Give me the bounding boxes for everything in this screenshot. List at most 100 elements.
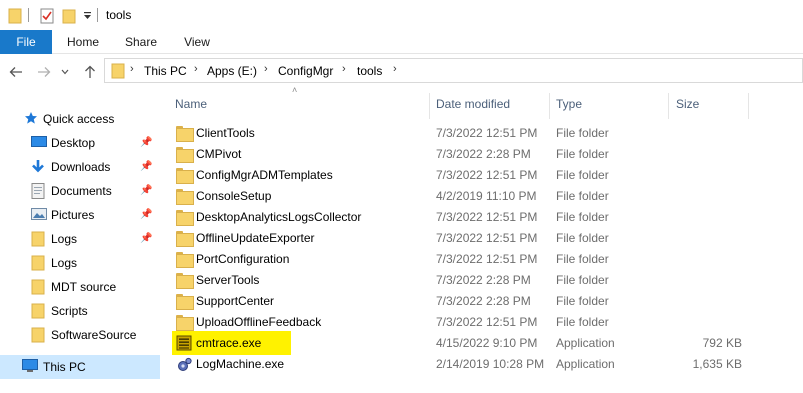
navigation-bar: › This PC › Apps (E:) › ConfigMgr › tool… (0, 55, 803, 89)
file-name: SupportCenter (196, 294, 275, 308)
table-row[interactable]: cmtrace.exe 4/15/2022 9:10 PM Applicatio… (168, 331, 803, 355)
folder-icon (31, 327, 45, 346)
nav-item-documents[interactable]: Documents 📌 (0, 179, 160, 203)
column-divider[interactable] (429, 93, 430, 119)
tab-file[interactable]: File (0, 30, 52, 54)
title-bar: tools (0, 0, 803, 30)
file-list: ˄ Name Date modified Type Size ClientToo… (168, 85, 803, 393)
nav-item-pictures[interactable]: Pictures 📌 (0, 203, 160, 227)
file-type: File folder (556, 273, 609, 287)
table-row[interactable]: PortConfiguration 7/3/2022 12:51 PM File… (168, 249, 803, 270)
pin-icon[interactable]: 📌 (140, 209, 152, 220)
column-divider[interactable] (668, 93, 669, 119)
table-row[interactable]: ClientTools 7/3/2022 12:51 PM File folde… (168, 123, 803, 144)
folder-icon (176, 147, 194, 163)
forward-button[interactable] (36, 64, 52, 80)
folder-icon (176, 126, 194, 142)
file-date-modified: 4/15/2022 9:10 PM (436, 336, 538, 350)
file-date-modified: 7/3/2022 12:51 PM (436, 126, 538, 140)
file-type: Application (556, 336, 615, 350)
tab-view[interactable]: View (174, 30, 220, 54)
table-row[interactable]: OfflineUpdateExporter 7/3/2022 12:51 PM … (168, 228, 803, 249)
table-row[interactable]: DesktopAnalyticsLogsCollector 7/3/2022 1… (168, 207, 803, 228)
pictures-icon (31, 207, 47, 224)
nav-item-this-pc[interactable]: This PC (0, 355, 160, 379)
logmachine-app-icon (176, 357, 192, 376)
folder-icon (176, 189, 194, 205)
folder-icon (31, 255, 45, 274)
ribbon-tabs: File Home Share View (0, 30, 803, 54)
new-folder-icon[interactable] (62, 8, 76, 27)
breadcrumb-chevron-icon[interactable]: › (130, 63, 134, 75)
pin-icon[interactable]: 📌 (140, 233, 152, 244)
breadcrumb-chevron-icon[interactable]: › (264, 63, 268, 75)
folder-icon (176, 252, 194, 268)
file-date-modified: 7/3/2022 12:51 PM (436, 231, 538, 245)
column-header-name[interactable]: Name (175, 97, 207, 111)
column-divider[interactable] (748, 93, 749, 119)
window-title: tools (106, 8, 132, 22)
file-type: File folder (556, 294, 609, 308)
properties-icon[interactable] (40, 8, 54, 27)
quick-access[interactable]: Quick access (0, 107, 160, 131)
tab-home[interactable]: Home (60, 30, 106, 54)
pin-icon[interactable]: 📌 (140, 137, 152, 148)
nav-item-logs[interactable]: Logs (0, 251, 160, 275)
breadcrumb-configmgr[interactable]: ConfigMgr (278, 64, 333, 78)
pin-icon[interactable]: 📌 (140, 185, 152, 196)
nav-item-label: Documents (51, 184, 112, 198)
table-row[interactable]: LogMachine.exe 2/14/2019 10:28 PM Applic… (168, 354, 803, 375)
folder-icon (31, 303, 45, 322)
file-type: Application (556, 357, 615, 371)
file-date-modified: 7/3/2022 12:51 PM (436, 168, 538, 182)
file-date-modified: 2/14/2019 10:28 PM (436, 357, 545, 371)
column-divider[interactable] (549, 93, 550, 119)
breadcrumb-apps-drive[interactable]: Apps (E:) (207, 64, 257, 78)
nav-item-label: Downloads (51, 160, 111, 174)
file-type: File folder (556, 210, 609, 224)
breadcrumb-chevron-icon[interactable]: › (194, 63, 198, 75)
forward-arrow-icon (38, 67, 51, 77)
nav-item-downloads[interactable]: Downloads 📌 (0, 155, 160, 179)
column-header-date-modified[interactable]: Date modified (436, 97, 510, 111)
file-type: File folder (556, 252, 609, 266)
column-header-size[interactable]: Size (676, 97, 699, 111)
table-row[interactable]: UploadOfflineFeedback 7/3/2022 12:51 PM … (168, 312, 803, 333)
file-name: ConfigMgrADMTemplates (196, 168, 333, 182)
nav-item-label: SoftwareSource (51, 328, 137, 342)
back-button[interactable] (8, 64, 24, 80)
table-row[interactable]: CMPivot 7/3/2022 2:28 PM File folder (168, 144, 803, 165)
breadcrumb-tools[interactable]: tools (357, 64, 382, 78)
nav-item-scripts[interactable]: Scripts (0, 299, 160, 323)
file-type: File folder (556, 126, 609, 140)
tab-share[interactable]: Share (118, 30, 164, 54)
customize-quick-access-icon[interactable] (83, 10, 92, 24)
downloads-icon (31, 159, 45, 178)
up-button[interactable] (82, 64, 98, 80)
recent-locations-button[interactable] (60, 64, 70, 80)
nav-item-softwaresource[interactable]: SoftwareSource (0, 323, 160, 347)
table-row[interactable]: SupportCenter 7/3/2022 2:28 PM File fold… (168, 291, 803, 312)
folder-icon (31, 231, 45, 250)
table-row[interactable]: ServerTools 7/3/2022 2:28 PM File folder (168, 270, 803, 291)
file-name: CMPivot (196, 147, 242, 161)
nav-item-logs[interactable]: Logs 📌 (0, 227, 160, 251)
file-name: ConsoleSetup (196, 189, 272, 203)
pin-icon[interactable]: 📌 (140, 161, 152, 172)
column-header-type[interactable]: Type (556, 97, 582, 111)
address-bar[interactable]: › This PC › Apps (E:) › ConfigMgr › tool… (104, 58, 803, 83)
back-arrow-icon (9, 67, 22, 77)
table-row[interactable]: ConfigMgrADMTemplates 7/3/2022 12:51 PM … (168, 165, 803, 186)
table-row[interactable]: ConsoleSetup 4/2/2019 11:10 PM File fold… (168, 186, 803, 207)
nav-item-label: This PC (43, 360, 86, 374)
nav-item-label: Desktop (51, 136, 96, 150)
breadcrumb-chevron-icon[interactable]: › (393, 63, 397, 75)
nav-item-label: MDT source (51, 280, 117, 294)
nav-item-desktop[interactable]: Desktop 📌 (0, 131, 160, 155)
breadcrumb-chevron-icon[interactable]: › (342, 63, 346, 75)
folder-icon (31, 279, 45, 298)
file-date-modified: 7/3/2022 12:51 PM (436, 210, 538, 224)
nav-item-mdt-source[interactable]: MDT source (0, 275, 160, 299)
breadcrumb-this-pc[interactable]: This PC (144, 64, 187, 78)
file-date-modified: 7/3/2022 12:51 PM (436, 252, 538, 266)
